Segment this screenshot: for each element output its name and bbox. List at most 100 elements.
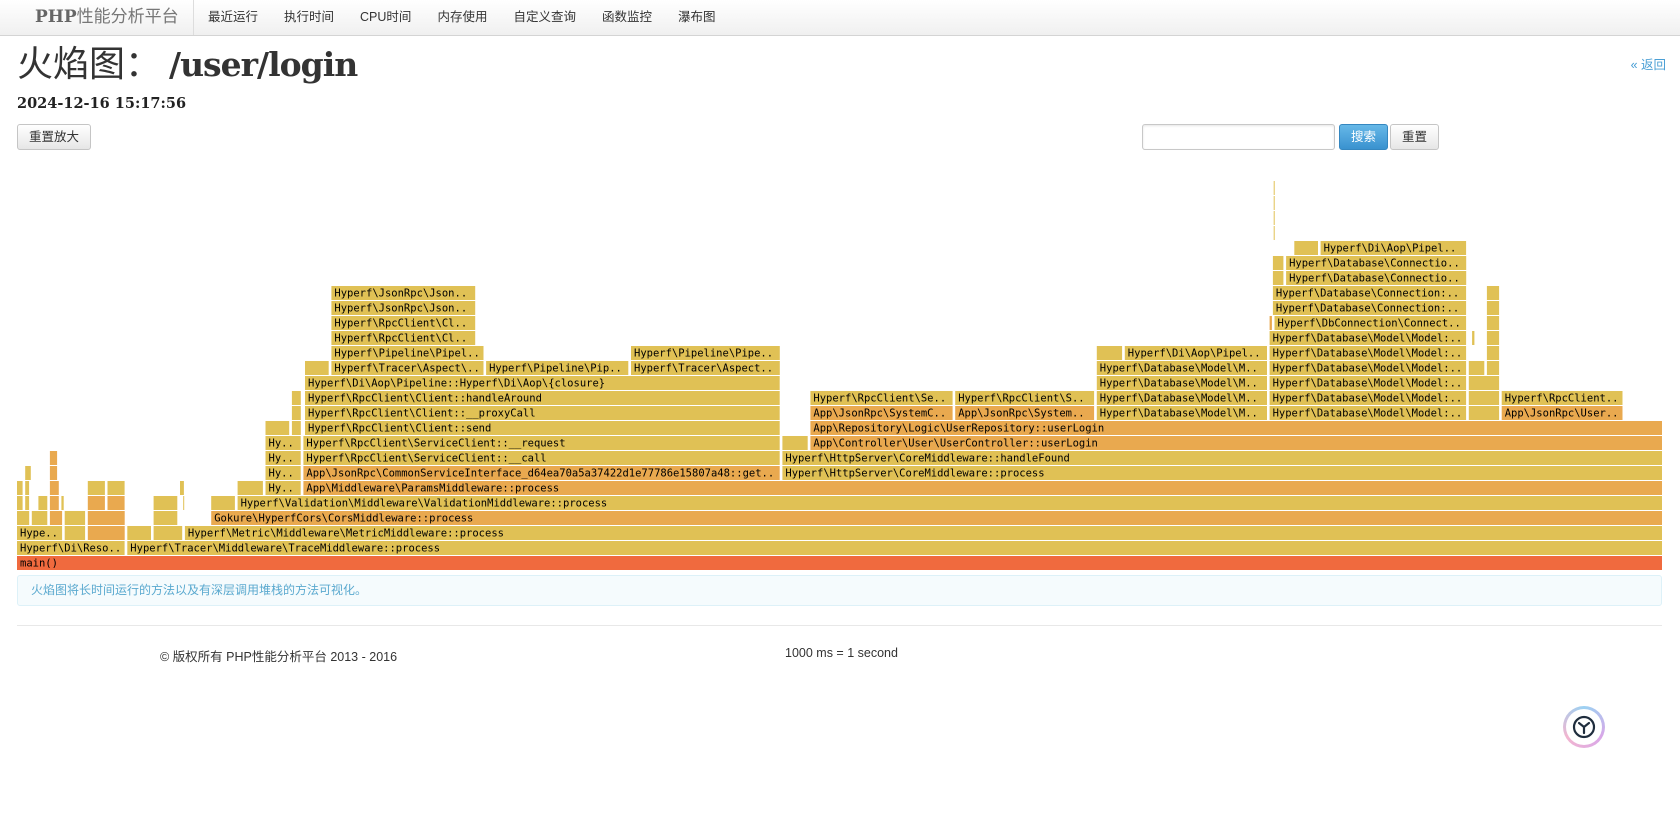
flame-frame[interactable] — [107, 481, 125, 495]
flame-frame[interactable]: Hyperf\Tracer\Aspect\RpcAspect::process H… — [631, 361, 780, 375]
flame-frame[interactable]: Hyperf\RpcClient\ServiceClient::__call Hy… — [1501, 391, 1623, 405]
flame-frame-rect[interactable] — [1486, 361, 1500, 375]
flame-frame-rect[interactable]: App\JsonRpc\SystemCommonServiceInterface… — [955, 406, 1095, 420]
flame-frame[interactable] — [782, 436, 808, 450]
flame-frame-rect[interactable]: Hyperf\Database\Model\Model::newQueryWit… — [1269, 361, 1467, 375]
flame-frame[interactable] — [305, 361, 329, 375]
flame-frame-rect[interactable]: Hyperf\Di\Aop\Pipeline::Hyperf\Di\Aop\{c… — [305, 376, 780, 390]
flame-frame[interactable]: Hyperf\Pipeline\Pipeline::Hyperf\Pipelin… — [631, 346, 780, 360]
flame-frame[interactable] — [25, 496, 30, 510]
flame-frame-rect[interactable] — [1273, 226, 1275, 240]
flame-frame[interactable] — [17, 496, 23, 510]
flame-frame[interactable] — [1486, 331, 1500, 345]
flame-frame-rect[interactable] — [61, 496, 64, 510]
flame-frame[interactable]: Hyperf\Database\Model\Model::newBaseQuer… — [1269, 331, 1467, 345]
flame-frame-rect[interactable] — [1096, 346, 1123, 360]
flame-frame[interactable] — [1486, 301, 1500, 315]
flame-frame-rect[interactable] — [49, 511, 63, 525]
flame-frame[interactable] — [291, 391, 301, 405]
flame-frame[interactable] — [107, 496, 125, 510]
flame-frame[interactable] — [31, 511, 48, 525]
brand-logo[interactable]: PHP性能分析平台 — [35, 0, 179, 35]
flame-frame-rect[interactable] — [1272, 271, 1284, 285]
flame-frame[interactable] — [38, 496, 48, 510]
flame-frame-rect[interactable] — [107, 496, 125, 510]
flame-frame[interactable]: Hyperf\HttpServer\CoreMiddleware::handle… — [782, 451, 1662, 465]
flame-frame-rect[interactable]: Hyperf\Database\Connection::Hyperf\Datab… — [1286, 256, 1467, 270]
search-input[interactable] — [1142, 124, 1335, 150]
flame-frame-rect[interactable]: Hyperf\Di\Aop\ProceedingJoinPoint::proce… — [265, 481, 301, 495]
flame-frame-rect[interactable] — [64, 511, 86, 525]
flame-frame-rect[interactable] — [25, 481, 30, 495]
flame-frame-rect[interactable]: Hyperf\RpcClient\ServiceClient::__call — [1501, 391, 1623, 405]
flame-frame-rect[interactable] — [265, 421, 290, 435]
flame-frame[interactable] — [87, 526, 125, 540]
flame-frame[interactable]: Hyperf\Di\Aop\ProceedingJoinPoint::proce… — [265, 436, 301, 450]
flame-frame[interactable]: Hyperf\Database\Query\Builder::get — [1468, 376, 1500, 390]
flame-frame-rect[interactable]: Gokure\HyperfCors\CorsMiddleware::proces… — [211, 511, 1663, 525]
flame-frame-rect[interactable] — [17, 481, 23, 495]
flame-frame[interactable]: Hyperf\Di\Aop\ProceedingJoinPoint::proce… — [265, 466, 301, 480]
flame-frame-rect[interactable] — [17, 511, 30, 525]
flame-frame-rect[interactable]: Hyperf\RpcClient\Client::__proxyCall — [305, 406, 780, 420]
flame-frame-rect[interactable]: App\JsonRpc\SystemCommonServiceInterface… — [810, 406, 953, 420]
flame-frame[interactable]: App\Controller\User\UserController::user… — [810, 436, 1662, 450]
flame-frame-rect[interactable] — [49, 451, 58, 465]
flame-frame-rect[interactable] — [17, 496, 23, 510]
flame-frame-rect[interactable] — [1269, 316, 1272, 330]
flame-frame-rect[interactable] — [782, 436, 808, 450]
flame-frame-rect[interactable] — [49, 466, 58, 480]
flame-frame[interactable]: Hyperf\Di\Aop\Pipeline::Hyperf\Di\Aop\{c… — [1320, 241, 1467, 255]
flame-frame[interactable] — [183, 496, 185, 510]
flame-frame[interactable] — [1273, 181, 1275, 195]
flame-frame[interactable]: App\Repository\Logic\UserRepository::use… — [810, 421, 1662, 435]
flame-frame[interactable] — [291, 421, 301, 435]
flame-frame-rect[interactable] — [1486, 331, 1500, 345]
flame-frame[interactable] — [87, 481, 105, 495]
flame-frame-rect[interactable]: Hyperf\Metric\Middleware\MetricMiddlewar… — [184, 526, 1662, 540]
flame-frame-rect[interactable]: App\JsonRpc\CommonServiceInterface_d64ea… — [303, 466, 780, 480]
flame-frame[interactable] — [1472, 331, 1475, 345]
flame-frame[interactable]: Hyperf\Database\Model\Builder::get — [1468, 391, 1500, 405]
flame-frame-rect[interactable]: Hyperf\Database\Model\Model::__call — [1096, 376, 1267, 390]
flame-frame[interactable]: App\Middleware\ParamsMiddleware::process… — [303, 481, 1662, 495]
flame-frame[interactable]: Hyperf\RpcClient\ServiceClient::__reques… — [303, 436, 780, 450]
flame-frame-rect[interactable]: Hyperf\Tracer\Aspect\CreateTraceContextA… — [331, 361, 484, 375]
flame-frame-rect[interactable]: Hyperf\JsonRpc\JsonRpcPoolTransporter::r… — [331, 286, 476, 300]
flame-frame[interactable] — [49, 511, 63, 525]
flame-frame[interactable]: Hyperf\RpcClient\ServiceClient::__call Hy… — [303, 451, 780, 465]
flame-frame-rect[interactable]: Hyperf\RpcClient\ServiceClient::__call — [303, 451, 780, 465]
flame-frame-rect[interactable]: Hyperf\Database\Model\Model::newQuery — [1269, 376, 1467, 390]
flame-frame[interactable] — [1272, 256, 1284, 270]
flame-frame[interactable] — [1269, 316, 1272, 330]
flame-frame[interactable]: Hyperf\HttpServer\CoreMiddleware::proces… — [782, 466, 1662, 480]
flame-frame-rect[interactable] — [1273, 211, 1275, 225]
flame-frame-rect[interactable] — [1486, 301, 1500, 315]
flame-frame[interactable]: Hyperf\RpcClient\ServiceClient::__call Hy… — [810, 391, 953, 405]
flame-frame-rect[interactable]: Hyperf\HttpServer\CoreMiddleware::handle… — [782, 451, 1662, 465]
flame-frame-rect[interactable]: Hyperf\RpcClient\ServiceClient::__call — [955, 391, 1095, 405]
flame-frame-rect[interactable] — [38, 496, 48, 510]
flame-frame-rect[interactable] — [127, 526, 151, 540]
flame-frame-rect[interactable] — [305, 361, 329, 375]
flame-frame[interactable]: App\JsonRpc\UserAdminServiceInterface::g… — [1501, 406, 1623, 420]
flame-frame[interactable]: Hyperf\Database\Model\Model::__call Hyper… — [1269, 391, 1467, 405]
flame-frame[interactable]: Hyperf\Di\Aop\ProceedingJoinPoint::proce… — [265, 481, 301, 495]
flame-frame[interactable]: Hyperf\Database\Connection::run Hyperf\Da… — [1272, 286, 1467, 300]
flame-frame[interactable]: App\JsonRpc\SystemCommonServiceInterface… — [955, 406, 1095, 420]
flame-frame-rect[interactable] — [87, 511, 125, 525]
flame-frame-rect[interactable] — [25, 466, 31, 480]
flame-frame[interactable] — [127, 526, 151, 540]
flame-frame[interactable] — [153, 526, 183, 540]
flame-frame-rect[interactable]: Hyperf\RpcClient\Client::send — [305, 421, 780, 435]
nav-item-waterfall[interactable]: 瀑布图 — [665, 0, 729, 35]
flame-frame[interactable] — [64, 526, 86, 540]
flame-frame-rect[interactable] — [107, 481, 125, 495]
flame-frame[interactable]: Hyperf\Database\Connection::runQueryCall… — [1286, 271, 1467, 285]
flame-graph[interactable]: main()main()Hyperf\Di\Resolver\ObjectRes… — [17, 155, 1663, 571]
flame-frame-rect[interactable]: Hyperf\RpcClient\Client::send — [331, 316, 476, 330]
flame-frame-rect[interactable] — [49, 481, 59, 495]
flame-frame-rect[interactable] — [87, 526, 125, 540]
flame-frame-rect[interactable]: Hyperf\Database\Connection::select — [1272, 301, 1467, 315]
flame-frame-rect[interactable] — [153, 511, 178, 525]
